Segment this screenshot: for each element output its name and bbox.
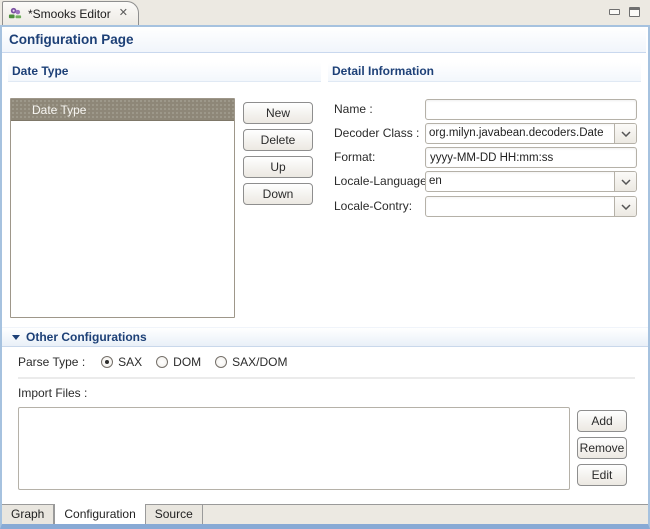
editor-tab-smooks[interactable]: *Smooks Editor ✕ [2,1,139,25]
horizontal-separator [18,377,635,379]
section-title-date-type: Date Type [8,62,321,82]
import-files-label: Import Files : [18,386,88,400]
chevron-down-icon [620,130,631,137]
bottom-tab-source[interactable]: Source [145,505,203,524]
locale-language-combo[interactable]: en [425,171,637,192]
other-configurations-title: Other Configurations [26,330,147,344]
format-input[interactable] [425,147,637,168]
remove-button[interactable]: Remove [577,437,627,459]
format-label: Format: [334,150,376,164]
smooks-editor-window: *Smooks Editor ✕ Configuration Page Date… [0,0,650,529]
import-files-list[interactable] [18,407,570,490]
date-type-list-header: Date Type [11,99,234,121]
decoder-class-label: Decoder Class : [334,126,420,140]
maximize-icon[interactable] [629,7,640,17]
locale-country-value [426,197,614,216]
radio-dom[interactable]: DOM [156,355,201,369]
tab-close-icon[interactable]: ✕ [119,8,128,19]
editor-content-frame: Configuration Page Date Type Date Type N… [0,25,650,529]
locale-language-value: en [429,175,442,187]
locale-country-dropdown-button[interactable] [614,197,636,216]
date-type-list[interactable]: Date Type [10,98,235,318]
locale-country-combo[interactable] [425,196,637,217]
up-button[interactable]: Up [243,156,313,178]
radio-sax[interactable]: SAX [101,355,142,369]
parse-type-label: Parse Type : [18,355,86,369]
name-label: Name : [334,102,373,116]
collapse-triangle-icon [12,334,20,340]
chevron-down-icon [620,178,631,185]
edit-button[interactable]: Edit [577,464,627,486]
decoder-class-combo[interactable]: org.milyn.javabean.decoders.Date [425,123,637,144]
page-title: Configuration Page [2,27,646,53]
new-button[interactable]: New [243,102,313,124]
editor-tabbar: *Smooks Editor ✕ [0,0,650,25]
section-title-detail-information: Detail Information [328,62,641,82]
bottom-tabbar: Graph Configuration Source [2,504,648,524]
chevron-down-icon [620,203,631,210]
minimize-icon[interactable] [609,9,620,15]
locale-language-label: Locale-Language: [334,174,431,188]
radio-sax-dom[interactable]: SAX/DOM [215,355,288,369]
locale-language-dropdown-button[interactable] [614,172,636,191]
name-input[interactable] [425,99,637,120]
view-controls [609,7,640,17]
radio-button-icon [215,356,228,368]
add-button[interactable]: Add [577,410,627,432]
decoder-class-value: org.milyn.javabean.decoders.Date [429,127,604,139]
down-button[interactable]: Down [243,183,313,205]
radio-button-icon [101,356,114,368]
other-configurations-section-header[interactable]: Other Configurations [2,327,648,347]
bottom-tab-graph[interactable]: Graph [2,505,55,524]
locale-country-label: Locale-Contry: [334,199,413,213]
bottom-tab-configuration[interactable]: Configuration [54,504,146,524]
delete-button[interactable]: Delete [243,129,313,151]
editor-tab-title: *Smooks Editor [28,6,111,21]
parse-type-row: Parse Type : SAX DOM SAX/DOM [18,352,288,372]
smooks-editor-icon [8,7,22,19]
radio-button-icon [156,356,169,368]
decoder-class-dropdown-button[interactable] [614,124,636,143]
